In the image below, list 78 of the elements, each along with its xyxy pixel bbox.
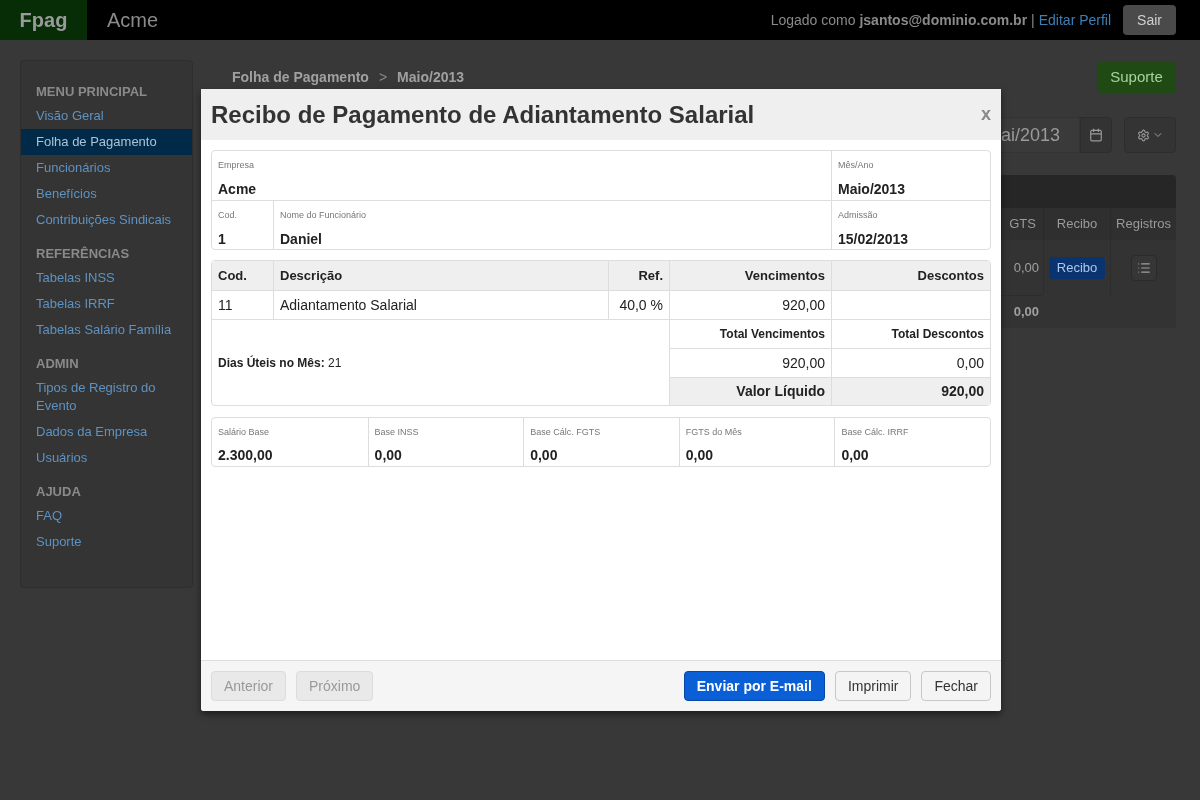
field-value: 0,00 xyxy=(841,445,870,465)
sidebar-item[interactable]: Usuários xyxy=(21,445,192,471)
field-value: Acme xyxy=(218,179,258,199)
table-header: Recibo xyxy=(1043,208,1110,240)
list-icon xyxy=(1136,260,1151,275)
table-cell: 40,0 % xyxy=(608,290,669,319)
field-value: 15/02/2013 xyxy=(838,229,910,249)
receipt-button[interactable]: Recibo xyxy=(1048,256,1106,279)
sidebar-item[interactable]: Folha de Pagamento xyxy=(21,129,192,155)
dialog-title: Recibo de Pagamento de Adiantamento Salarial xyxy=(211,99,755,130)
column-header: Total Descontos xyxy=(831,319,990,348)
field-value: 2.300,00 xyxy=(218,445,274,465)
table-cell: 11 xyxy=(212,290,273,319)
sidebar-item[interactable]: Dados da Empresa xyxy=(21,419,192,445)
separator-text: | xyxy=(1031,10,1035,30)
sidebar-item[interactable]: Visão Geral xyxy=(21,103,192,129)
sidebar-item[interactable]: Tabelas IRRF xyxy=(21,291,192,317)
column-header: Total Vencimentos xyxy=(669,319,831,348)
sidebar-item[interactable]: Benefícios xyxy=(21,181,192,207)
field-label: Base INSS xyxy=(374,426,420,439)
table-header: Registros xyxy=(1110,208,1176,240)
sidebar-item[interactable]: Tabelas Salário Família xyxy=(21,317,192,343)
logout-button[interactable]: Sair xyxy=(1123,5,1176,35)
footer-button[interactable]: Imprimir xyxy=(834,671,912,701)
field-label: Cod. xyxy=(218,209,238,222)
table-header: GTS xyxy=(1001,208,1043,240)
sidebar-item[interactable]: Contribuições Sindicais xyxy=(21,207,192,233)
column-header: Cod. xyxy=(212,261,273,290)
settings-dropdown[interactable] xyxy=(1124,117,1176,153)
field-label: Nome do Funcionário xyxy=(280,209,368,222)
calendar-icon xyxy=(1089,128,1103,142)
net-value-label: Valor Líquido xyxy=(669,377,831,405)
table-cell: Adiantamento Salarial xyxy=(273,290,608,319)
send-email-button[interactable]: Enviar por E-mail xyxy=(683,671,825,701)
workdays-text: Dias Úteis no Mês: 21 xyxy=(218,354,342,372)
logged-in-text: Logado como jsantos@dominio.com.br xyxy=(770,10,1028,30)
field-label: Salário Base xyxy=(218,426,271,439)
close-button[interactable]: x xyxy=(981,101,991,128)
field-value: Daniel xyxy=(280,229,323,249)
column-header: Descontos xyxy=(831,261,990,290)
sidebar-heading: REFERÊNCIAS xyxy=(35,245,131,264)
field-value: 0,00 xyxy=(685,445,715,465)
settings-icon xyxy=(1136,128,1150,142)
calendar-button[interactable] xyxy=(1080,117,1112,153)
field-label: Base Cálc. FGTS xyxy=(530,426,602,439)
sidebar-heading: AJUDA xyxy=(35,483,82,502)
breadcrumb-link[interactable]: Folha de Pagamento xyxy=(232,67,369,88)
field-value: 0,00 xyxy=(374,445,403,465)
table-cell-text: 0,00 xyxy=(1012,258,1040,277)
field-label: Empresa xyxy=(218,159,255,172)
sidebar-item[interactable]: Tabelas INSS xyxy=(21,265,192,291)
edit-profile-link[interactable]: Editar Perfil xyxy=(1038,9,1112,31)
brand-logo[interactable]: Fpag xyxy=(0,0,87,40)
sidebar-item[interactable]: Suporte xyxy=(21,529,192,555)
column-header: Vencimentos xyxy=(669,261,831,290)
sidebar-item[interactable]: Funcionários xyxy=(21,155,192,181)
column-header: Ref. xyxy=(608,261,669,290)
table-cell: 920,00 xyxy=(669,290,831,319)
support-button[interactable]: Suporte xyxy=(1097,62,1176,93)
breadcrumb-current: Maio/2013 xyxy=(397,68,465,87)
column-header: Descrição xyxy=(273,261,608,290)
footer-button[interactable]: Fechar xyxy=(921,671,991,701)
field-label: Base Cálc. IRRF xyxy=(841,426,910,439)
field-value: 0,00 xyxy=(530,445,559,465)
field-value: 1 xyxy=(218,229,227,249)
net-value: 920,00 xyxy=(831,377,990,405)
company-name: Acme xyxy=(107,8,159,33)
field-value: Maio/2013 xyxy=(838,179,906,199)
sidebar-heading: MENU PRINCIPAL xyxy=(35,83,148,102)
sidebar-item[interactable]: Tipos de Registro do Evento xyxy=(21,375,192,419)
breadcrumb-separator: > xyxy=(378,68,388,87)
field-label: FGTS do Mês xyxy=(685,426,743,439)
records-button[interactable] xyxy=(1130,254,1157,281)
sidebar-heading: ADMIN xyxy=(35,355,80,374)
sidebar-item[interactable]: FAQ xyxy=(21,503,192,529)
period-field[interactable]: ai/2013 xyxy=(1001,117,1080,153)
field-label: Mês/Ano xyxy=(838,159,875,172)
field-label: Admissão xyxy=(838,209,879,222)
